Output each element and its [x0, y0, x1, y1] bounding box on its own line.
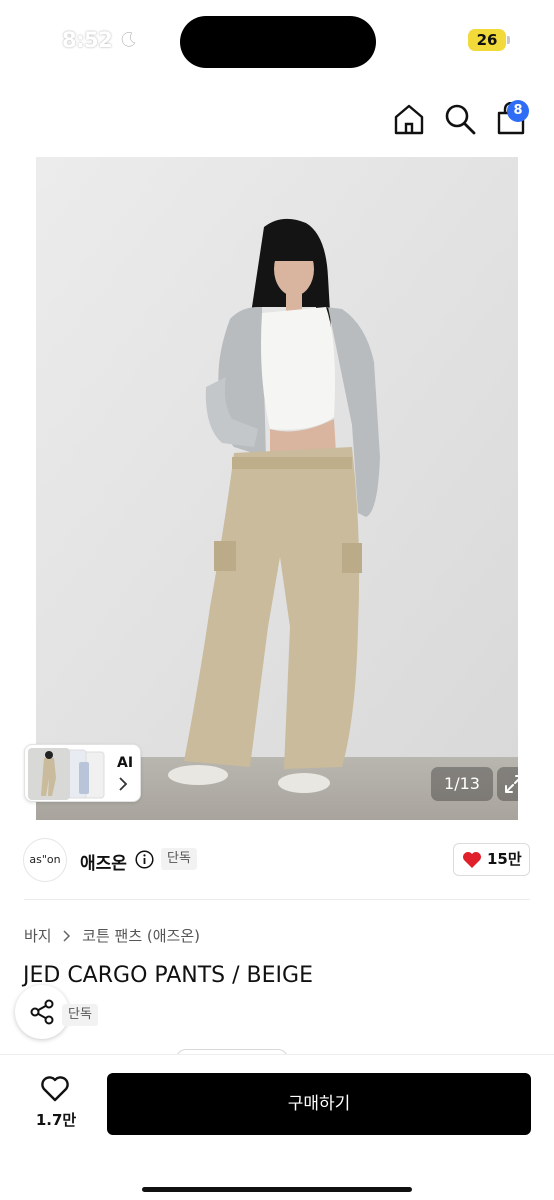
wishlist-count: 1.7만: [35, 1111, 77, 1129]
breadcrumb-category[interactable]: 바지: [24, 927, 52, 945]
expand-icon: [505, 775, 518, 793]
brand-like-button[interactable]: 15만: [453, 843, 530, 876]
moon-icon: [121, 32, 136, 47]
search-icon[interactable]: [443, 102, 477, 136]
heart-outline-icon: [41, 1076, 69, 1102]
battery-indicator: 26: [468, 29, 506, 51]
product-title: JED CARGO PANTS / BEIGE: [23, 963, 313, 988]
cart-badge: 8: [507, 100, 529, 122]
exclusive-badge: 단독: [62, 1004, 98, 1026]
bottom-action-bar: 1.7만 구매하기: [0, 1054, 554, 1200]
buy-button[interactable]: 구매하기: [107, 1073, 531, 1135]
chevron-right-icon: [119, 777, 128, 791]
ai-label: AI: [117, 755, 134, 771]
page-counter: 1/13: [431, 767, 493, 801]
brand-name[interactable]: 애즈온: [80, 849, 127, 874]
battery-level: 26: [476, 31, 498, 49]
info-icon[interactable]: [135, 850, 154, 869]
dynamic-island: [180, 16, 376, 68]
chevron-right-icon: [63, 929, 71, 942]
signal-icon: [396, 32, 422, 50]
header-bar: 8: [0, 84, 554, 156]
wishlist-button[interactable]: 1.7만: [22, 1073, 90, 1135]
status-bar: 8:52 26: [0, 0, 554, 84]
home-indicator: [142, 1187, 412, 1192]
battery-cap: [507, 36, 510, 44]
product-photo[interactable]: 1/13: [36, 157, 518, 820]
brand-like-count: 15만: [487, 850, 522, 868]
model-illustration: [36, 157, 518, 820]
close-icon[interactable]: [22, 100, 56, 134]
status-time: 8:52: [62, 28, 113, 52]
brand-logo[interactable]: as"on: [23, 838, 67, 882]
exclusive-badge: 단독: [161, 848, 197, 870]
thumbnail-stack: [28, 748, 105, 800]
expand-button[interactable]: [497, 767, 518, 801]
divider: [24, 899, 530, 900]
heart-filled-icon: [463, 852, 481, 868]
ai-recommend-card[interactable]: AI: [24, 744, 141, 802]
share-button[interactable]: [15, 985, 69, 1039]
home-icon[interactable]: [392, 102, 426, 136]
share-icon: [30, 999, 54, 1025]
breadcrumb: 바지 코튼 팬츠 (애즈온): [24, 925, 200, 947]
wifi-icon: [435, 30, 459, 48]
breadcrumb-subcategory[interactable]: 코튼 팬츠 (애즈온): [82, 927, 200, 945]
